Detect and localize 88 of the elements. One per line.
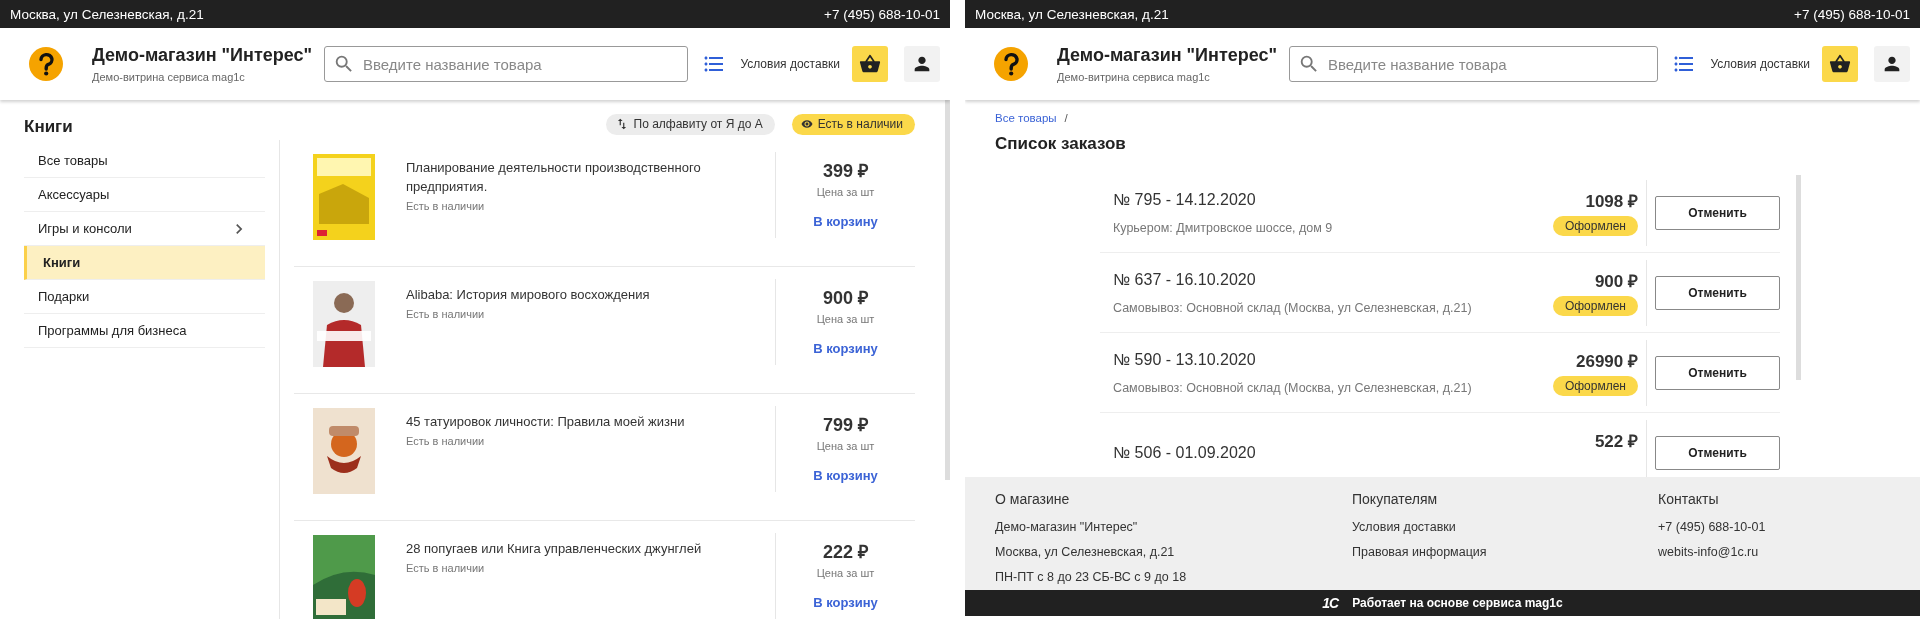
- category-title: Книги: [24, 116, 74, 137]
- order-number[interactable]: № 506 - 01.09.2020: [1113, 443, 1595, 462]
- search-input[interactable]: Введите название товара: [1326, 54, 1650, 74]
- delivery-link[interactable]: Условия доставки: [1710, 57, 1810, 71]
- search-input[interactable]: Введите название товара: [361, 54, 680, 74]
- order-total: 1098 ₽: [1585, 191, 1638, 212]
- price-note: Цена за шт: [816, 186, 875, 198]
- store-name: Демо-магазин "Интерес": [92, 45, 314, 66]
- cancel-button[interactable]: Отменить: [1655, 435, 1780, 470]
- price-note: Цена за шт: [816, 440, 875, 452]
- product-title[interactable]: Планирование деятельности производственного предприятия.: [406, 158, 706, 196]
- add-to-cart-link[interactable]: В корзину: [813, 341, 878, 356]
- product-title[interactable]: 45 татуировок личности: Правила моей жизни: [406, 412, 706, 431]
- footer-heading: О магазине: [995, 491, 1071, 507]
- account-button[interactable]: [904, 46, 940, 82]
- category-item[interactable]: Аксессуары: [24, 178, 265, 212]
- category-item[interactable]: Книги: [24, 246, 265, 280]
- product-price: 799 ₽: [822, 414, 868, 436]
- account-button[interactable]: [1874, 46, 1910, 82]
- status-badge: Оформлен: [1552, 296, 1638, 316]
- store-tagline: Демо-витрина сервиса mag1c: [92, 71, 246, 83]
- availability-text: Есть в наличии: [406, 308, 486, 320]
- footer-link[interactable]: Условия доставки: [1352, 520, 1658, 534]
- availability-text: Есть в наличии: [406, 435, 486, 447]
- eye-icon: [800, 118, 813, 130]
- price-note: Цена за шт: [816, 313, 875, 325]
- search-icon: [333, 53, 355, 75]
- cancel-button[interactable]: Отменить: [1655, 195, 1780, 230]
- phone-text: +7 (495) 688-10-01: [824, 6, 940, 22]
- order-number[interactable]: № 637 - 16.10.2020: [1113, 270, 1553, 289]
- footer-link[interactable]: +7 (495) 688-10-01: [1658, 520, 1918, 534]
- scrollbar[interactable]: [945, 100, 950, 480]
- availability-text: Есть в наличии: [406, 200, 486, 212]
- address-text: Москва, ул Селезневская, д.21: [10, 6, 204, 22]
- cancel-button[interactable]: Отменить: [1655, 275, 1780, 310]
- add-to-cart-link[interactable]: В корзину: [813, 468, 878, 483]
- order-total: 900 ₽: [1594, 271, 1638, 292]
- delivery-link[interactable]: Условия доставки: [740, 57, 840, 71]
- product-price: 222 ₽: [822, 541, 868, 563]
- footer-link[interactable]: Правовая информация: [1352, 545, 1658, 559]
- delivery-info: Самовывоз: Основной склад (Москва, ул Селезневская, д.21): [1113, 300, 1473, 315]
- phone-text: +7 (495) 688-10-01: [1794, 6, 1910, 22]
- cancel-button[interactable]: Отменить: [1655, 355, 1780, 390]
- breadcrumb-link[interactable]: Все товары: [995, 112, 1057, 124]
- product-title[interactable]: 28 попугаев или Книга управленческих джунглей: [406, 539, 706, 558]
- status-badge: Оформлен: [1552, 216, 1638, 236]
- search-icon: [1298, 53, 1320, 75]
- store-name: Демо-магазин "Интерес": [1057, 45, 1279, 66]
- basket-icon: [859, 53, 881, 75]
- footer-heading: Покупателям: [1352, 491, 1439, 507]
- add-to-cart-link[interactable]: В корзину: [813, 595, 878, 610]
- delivery-info: Самовывоз: Основной склад (Москва, ул Селезневская, д.21): [1113, 380, 1473, 395]
- product-price: 900 ₽: [822, 287, 868, 309]
- powered-by-text: Работает на основе сервиса mag1c: [1352, 596, 1563, 610]
- order-total: 26990 ₽: [1576, 351, 1638, 372]
- search-field[interactable]: Введите название товара: [324, 46, 689, 82]
- address-text: Москва, ул Селезневская, д.21: [975, 6, 1169, 22]
- order-total: 522 ₽: [1594, 431, 1638, 452]
- order-number[interactable]: № 795 - 14.12.2020: [1113, 190, 1553, 209]
- platform-logo: 1С: [1322, 595, 1339, 611]
- footer-link[interactable]: webits-info@1c.ru: [1658, 545, 1918, 559]
- footer-link[interactable]: Демо-магазин "Интерес": [995, 520, 1352, 534]
- status-badge: Оформлен: [1552, 376, 1638, 396]
- category-item[interactable]: Подарки: [24, 280, 265, 314]
- footer-link[interactable]: Москва, ул Селезневская, д.21: [995, 545, 1352, 559]
- delivery-info: Курьером: Дмитровское шоссе, дом 9: [1113, 220, 1334, 235]
- footer-link[interactable]: ПН-ПТ с 8 до 23 СБ-ВС с 9 до 18: [995, 570, 1352, 584]
- page-title: Список заказов: [995, 134, 1127, 154]
- order-number[interactable]: № 590 - 13.10.2020: [1113, 350, 1553, 369]
- price-note: Цена за шт: [816, 567, 875, 579]
- logo-icon: [993, 46, 1029, 82]
- add-to-cart-link[interactable]: В корзину: [813, 214, 878, 229]
- cart-button[interactable]: [852, 46, 888, 82]
- scrollbar[interactable]: [1796, 175, 1801, 380]
- category-item[interactable]: Все товары: [24, 144, 265, 178]
- category-item[interactable]: Программы для бизнеса: [24, 314, 265, 348]
- store-tagline: Демо-витрина сервиса mag1c: [1057, 71, 1211, 83]
- filter-chip[interactable]: Есть в наличии: [791, 113, 915, 135]
- sort-chip[interactable]: По алфавиту от Я до А: [605, 113, 775, 135]
- cart-button[interactable]: [1822, 46, 1858, 82]
- product-price: 399 ₽: [822, 160, 868, 182]
- basket-icon: [1829, 53, 1851, 75]
- footer-heading: Контакты: [1658, 491, 1720, 507]
- logo-icon: [28, 46, 64, 82]
- product-title[interactable]: Alibaba: История мирового восхождения: [406, 285, 706, 304]
- search-field[interactable]: Введите название товара: [1289, 46, 1659, 82]
- breadcrumb-separator: /: [1064, 112, 1068, 124]
- availability-text: Есть в наличии: [406, 562, 486, 574]
